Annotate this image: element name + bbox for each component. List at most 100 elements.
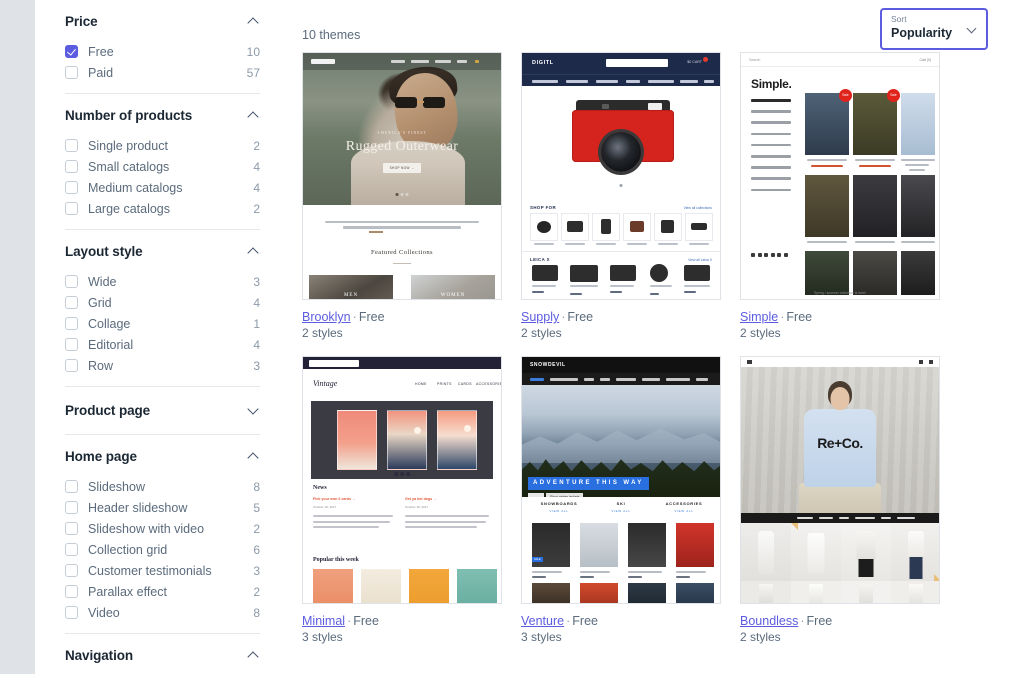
facet-product-page-header[interactable]: Product page bbox=[65, 387, 260, 434]
filter-label: Large catalogs bbox=[88, 201, 171, 216]
checkbox-medium-catalogs[interactable] bbox=[65, 181, 78, 194]
checkbox-video[interactable] bbox=[65, 606, 78, 619]
theme-thumbnail-simple[interactable]: Search Cart (0) Simple. Sale Sale Spring… bbox=[740, 52, 940, 300]
filter-option-header-slideshow[interactable]: Header slideshow 5 bbox=[65, 497, 260, 518]
filter-option-small-catalogs[interactable]: Small catalogs 4 bbox=[65, 156, 260, 177]
checkbox-row[interactable] bbox=[65, 359, 78, 372]
facet-layout-style-title: Layout style bbox=[65, 244, 143, 259]
minimal-article-body bbox=[313, 515, 393, 532]
theme-thumbnail-minimal[interactable]: Free shipping on orders over $50 Cart Vi… bbox=[302, 356, 502, 604]
theme-name-link[interactable]: Minimal bbox=[302, 614, 345, 628]
theme-caption-simple: Simple · Free 2 styles bbox=[740, 300, 940, 342]
theme-results: 10 themes Sort Popularity AMERICA'S FINE… bbox=[280, 0, 1024, 674]
filter-label: Row bbox=[88, 358, 114, 373]
filter-count: 3 bbox=[253, 563, 260, 578]
simple-store-logo: Simple. bbox=[751, 77, 792, 91]
filter-option-editorial[interactable]: Editorial 4 bbox=[65, 334, 260, 355]
checkbox-large-catalogs[interactable] bbox=[65, 202, 78, 215]
facet-home-page-header[interactable]: Home page bbox=[65, 435, 260, 476]
simple-footer-text: Spring / summer collection is here! bbox=[813, 291, 866, 295]
facet-layout-style-header[interactable]: Layout style bbox=[65, 230, 260, 271]
minimal-preview: Free shipping on orders over $50 Cart Vi… bbox=[303, 357, 501, 603]
checkbox-single-product[interactable] bbox=[65, 139, 78, 152]
theme-thumbnail-boundless[interactable]: Re+Co. bbox=[740, 356, 940, 604]
brooklyn-collection-label: WOMEN bbox=[440, 293, 466, 298]
theme-grid: AMERICA'S FINEST Rugged Outerwear SHOP N… bbox=[302, 52, 988, 646]
checkbox-slideshow[interactable] bbox=[65, 480, 78, 493]
theme-thumbnail-supply[interactable]: DIGITL $0 CART SHOP FOR View all collect… bbox=[521, 52, 721, 300]
theme-thumbnail-brooklyn[interactable]: AMERICA'S FINEST Rugged Outerwear SHOP N… bbox=[302, 52, 502, 300]
checkbox-slideshow-with-video[interactable] bbox=[65, 522, 78, 535]
facet-navigation-header[interactable]: Navigation bbox=[65, 634, 260, 674]
filter-label: Paid bbox=[88, 65, 114, 80]
checkbox-wide[interactable] bbox=[65, 275, 78, 288]
checkbox-customer-testimonials[interactable] bbox=[65, 564, 78, 577]
brooklyn-nav-item bbox=[391, 60, 405, 63]
filter-option-wide[interactable]: Wide 3 bbox=[65, 271, 260, 292]
filter-option-customer-testimonials[interactable]: Customer testimonials 3 bbox=[65, 560, 260, 581]
venture-category: SNOWBOARDS VIEW ALL bbox=[530, 501, 588, 513]
filter-option-medium-catalogs[interactable]: Medium catalogs 4 bbox=[65, 177, 260, 198]
filter-option-slideshow[interactable]: Slideshow 8 bbox=[65, 476, 260, 497]
minimal-popular-heading: Popular this week bbox=[313, 557, 359, 563]
theme-caption-line: Minimal · Free bbox=[302, 613, 502, 629]
brooklyn-collection-label: MEN bbox=[343, 293, 359, 298]
filter-option-single-product[interactable]: Single product 2 bbox=[65, 135, 260, 156]
theme-thumbnail-venture[interactable]: SNOWDEVIL ADVENTURE THIS WAY SNOWBOARDS … bbox=[521, 356, 721, 604]
boundless-product-tile bbox=[891, 581, 939, 603]
checkbox-free[interactable] bbox=[65, 45, 78, 58]
checkbox-header-slideshow[interactable] bbox=[65, 501, 78, 514]
theme-name-link[interactable]: Boundless bbox=[740, 614, 798, 628]
theme-name-link[interactable]: Simple bbox=[740, 310, 778, 324]
filter-option-video[interactable]: Video 8 bbox=[65, 602, 260, 623]
filter-option-row[interactable]: Row 3 bbox=[65, 355, 260, 376]
checkbox-parallax-effect[interactable] bbox=[65, 585, 78, 598]
brooklyn-divider bbox=[393, 263, 411, 264]
venture-category: ACCESSORIES VIEW ALL bbox=[654, 501, 714, 513]
filter-option-collage[interactable]: Collage 1 bbox=[65, 313, 260, 334]
minimal-product-card bbox=[361, 569, 401, 603]
minimal-store-logo: Vintage bbox=[313, 379, 338, 388]
chevron-down-icon bbox=[247, 404, 260, 417]
sort-select[interactable]: Sort Popularity bbox=[880, 8, 988, 50]
checkbox-collage[interactable] bbox=[65, 317, 78, 330]
caption-separator: · bbox=[347, 614, 352, 628]
theme-name-link[interactable]: Supply bbox=[521, 310, 559, 324]
theme-styles-count: 2 styles bbox=[740, 630, 781, 644]
filter-option-grid[interactable]: Grid 4 bbox=[65, 292, 260, 313]
minimal-article-title: Get ya hot dogs → bbox=[405, 497, 437, 501]
brooklyn-nav-item bbox=[411, 60, 429, 63]
theme-styles-count: 3 styles bbox=[521, 630, 562, 644]
filter-option-free[interactable]: Free 10 bbox=[65, 41, 260, 62]
filter-label: Free bbox=[88, 44, 114, 59]
simple-header: Search Cart (0) bbox=[741, 53, 939, 67]
boundless-hero-image: Re+Co. bbox=[741, 367, 939, 517]
filter-count: 2 bbox=[253, 521, 260, 536]
filter-count: 10 bbox=[246, 44, 260, 59]
venture-mountains bbox=[522, 428, 720, 463]
filter-option-parallax-effect[interactable]: Parallax effect 2 bbox=[65, 581, 260, 602]
checkbox-paid[interactable] bbox=[65, 66, 78, 79]
theme-card-boundless: Re+Co. Boundless · Free 2 styles bbox=[740, 356, 940, 646]
facet-number-of-products-body: Single product 2 Small catalogs 4 Medium… bbox=[65, 135, 260, 229]
theme-name-link[interactable]: Brooklyn bbox=[302, 310, 351, 324]
theme-caption-line: Boundless · Free bbox=[740, 613, 940, 629]
checkbox-editorial[interactable] bbox=[65, 338, 78, 351]
supply-search-box bbox=[606, 59, 668, 67]
venture-category-label: SKI bbox=[616, 501, 626, 506]
checkbox-collection-grid[interactable] bbox=[65, 543, 78, 556]
facet-layout-style: Layout style Wide 3 Grid 4 Collage 1 Edi… bbox=[65, 230, 260, 387]
checkbox-small-catalogs[interactable] bbox=[65, 160, 78, 173]
filter-option-large-catalogs[interactable]: Large catalogs 2 bbox=[65, 198, 260, 219]
brooklyn-collection-tile-women: WOMEN bbox=[411, 275, 495, 299]
theme-name-link[interactable]: Venture bbox=[521, 614, 564, 628]
minimal-poster bbox=[337, 410, 377, 470]
venture-category-label: ACCESSORIES bbox=[665, 501, 703, 506]
facet-number-of-products-header[interactable]: Number of products bbox=[65, 94, 260, 135]
filter-option-slideshow-with-video[interactable]: Slideshow with video 2 bbox=[65, 518, 260, 539]
checkbox-grid[interactable] bbox=[65, 296, 78, 309]
filter-option-paid[interactable]: Paid 57 bbox=[65, 62, 260, 83]
filter-option-collection-grid[interactable]: Collection grid 6 bbox=[65, 539, 260, 560]
facet-price-header[interactable]: Price bbox=[65, 0, 260, 41]
caption-separator: · bbox=[352, 310, 357, 324]
